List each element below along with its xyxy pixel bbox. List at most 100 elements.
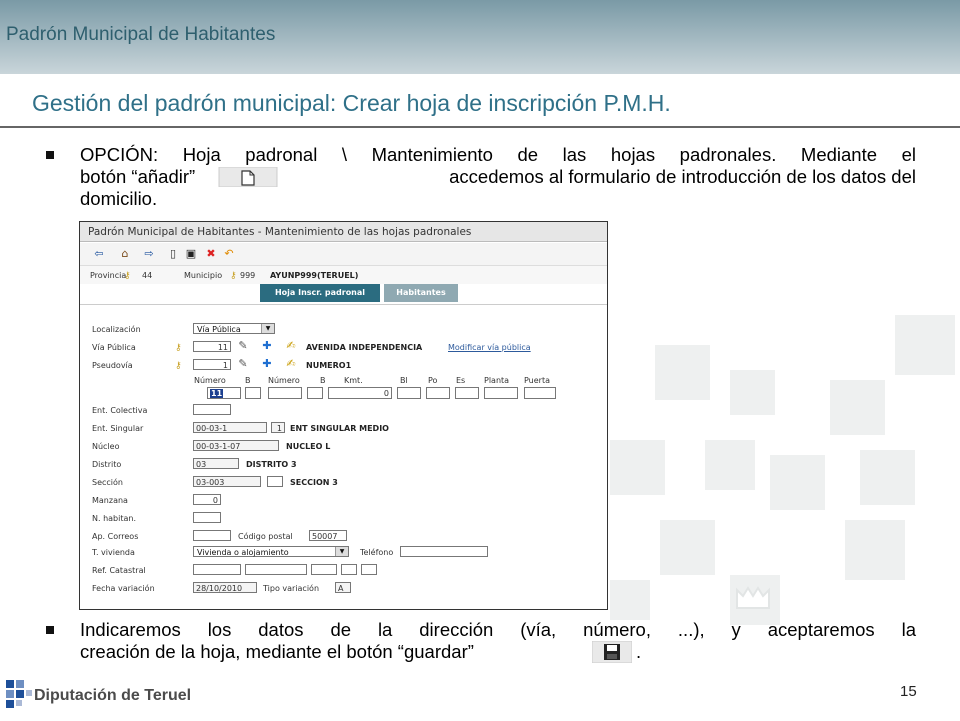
save-icon[interactable]: ▣	[184, 247, 198, 261]
telefono-field[interactable]	[400, 546, 488, 557]
es-field[interactable]	[455, 387, 479, 399]
decorative-square	[845, 520, 905, 580]
ent-singular-name: ENT SINGULAR MEDIO	[290, 424, 389, 433]
bl-header: Bl	[400, 376, 408, 385]
window-title: Padrón Municipal de Habitantes - Manteni…	[80, 222, 607, 242]
tab-hoja-inscripcion[interactable]: Hoja Inscr. padronal	[260, 284, 380, 302]
t-vivienda-select[interactable]: Vivienda o alojamiento	[193, 546, 349, 557]
provincia-label: Provincia	[90, 271, 127, 280]
decorative-square	[770, 455, 825, 510]
nucleo-label: Núcleo	[92, 442, 120, 451]
numero-field[interactable]: 11	[207, 387, 241, 399]
bullet-2-line-2b: .	[636, 641, 642, 662]
logo-text: Diputación de Teruel	[34, 687, 192, 704]
telefono-label: Teléfono	[360, 548, 394, 557]
seccion-code[interactable]: 03-003	[193, 476, 261, 487]
pseudovia-name: NUMERO1	[306, 361, 352, 370]
n-habitan-field[interactable]	[193, 512, 221, 523]
numero-header: Número	[194, 376, 226, 385]
numero2-field[interactable]	[268, 387, 302, 399]
pseudovia-field[interactable]: 1	[193, 359, 231, 370]
ref-catastral-field-2[interactable]	[245, 564, 307, 575]
decorative-square	[830, 380, 885, 435]
title-divider	[0, 126, 960, 128]
undo-icon[interactable]: ↶	[222, 247, 236, 261]
po-field[interactable]	[426, 387, 450, 399]
arrow-right-icon[interactable]: ⇨	[142, 247, 156, 261]
planta-field[interactable]	[484, 387, 518, 399]
search-pencil-icon[interactable]: ✎	[236, 357, 250, 371]
edit-icon[interactable]: ✍	[284, 339, 298, 353]
ent-singular-num[interactable]: 1	[271, 422, 285, 433]
kmt-header: Kmt.	[344, 376, 363, 385]
seccion-label: Sección	[92, 478, 123, 487]
location-bar: Provincia ⚷ 44 Municipio ⚷ 999 AYUNP999(…	[80, 265, 607, 284]
distrito-label: Distrito	[92, 460, 122, 469]
add-icon[interactable]: ✚	[260, 357, 274, 371]
fecha-variacion-field[interactable]: 28/10/2010	[193, 582, 257, 593]
tipo-variacion-field[interactable]: A	[335, 582, 351, 593]
puerta-field[interactable]	[524, 387, 556, 399]
decorative-square	[610, 580, 650, 620]
decorative-square	[705, 440, 755, 490]
manzana-label: Manzana	[92, 496, 128, 505]
app-screenshot: Padrón Municipal de Habitantes - Manteni…	[79, 221, 608, 610]
es-header: Es	[456, 376, 466, 385]
ent-singular-code[interactable]: 00-03-1	[193, 422, 267, 433]
header-band: Padrón Municipal de Habitantes	[0, 0, 960, 74]
edit-icon[interactable]: ✍	[284, 357, 298, 371]
municipio-value: 999	[240, 271, 256, 280]
bullet-text-1: OPCIÓN: Hoja padronal \ Mantenimiento de…	[80, 144, 916, 210]
bullet-marker	[46, 151, 54, 159]
via-publica-field[interactable]: 11	[193, 341, 231, 352]
ref-catastral-field-5[interactable]	[361, 564, 377, 575]
localizacion-label: Localización	[92, 325, 141, 334]
bullet-1-line-3: domicilio.	[80, 188, 158, 209]
bl-field[interactable]	[397, 387, 421, 399]
seccion-extra[interactable]	[267, 476, 283, 487]
key-icon: ⚷	[175, 361, 182, 371]
home-icon[interactable]: ⌂	[118, 247, 132, 261]
slide-title: Gestión del padrón municipal: Crear hoja…	[32, 90, 671, 116]
ref-catastral-field-4[interactable]	[341, 564, 357, 575]
bullet-marker	[46, 626, 54, 634]
nucleo-code[interactable]: 00-03-1-07	[193, 440, 279, 451]
arrow-left-icon[interactable]: ⇦	[92, 247, 106, 261]
manzana-field[interactable]: 0	[193, 494, 221, 505]
b-field[interactable]	[245, 387, 261, 399]
ref-catastral-field-3[interactable]	[311, 564, 337, 575]
kmt-field[interactable]: 0	[328, 387, 392, 399]
add-document-icon	[218, 166, 278, 188]
b2-field[interactable]	[307, 387, 323, 399]
add-icon[interactable]: ✚	[260, 339, 274, 353]
numero2-header: Número	[268, 376, 300, 385]
po-header: Po	[428, 376, 438, 385]
key-icon: ⚷	[175, 343, 182, 353]
modificar-via-link[interactable]: Modificar vía pública	[448, 343, 531, 352]
codigo-postal-label: Código postal	[238, 532, 293, 541]
ent-colectiva-field[interactable]	[193, 404, 231, 415]
localizacion-select[interactable]: Vía Pública	[193, 323, 275, 334]
search-pencil-icon[interactable]: ✎	[236, 339, 250, 353]
bullet-1-line-2: botón “añadir” accedemos al formulario d…	[80, 166, 916, 188]
bullet-1-line-2b: accedemos al formulario de introducción …	[449, 166, 916, 187]
decorative-square	[860, 450, 915, 505]
codigo-postal-field[interactable]: 50007	[309, 530, 347, 541]
ap-correos-field[interactable]	[193, 530, 231, 541]
decorative-square	[610, 440, 665, 495]
n-habitan-label: N. habitan.	[92, 514, 136, 523]
ent-colectiva-label: Ent. Colectiva	[92, 406, 148, 415]
distrito-name: DISTRITO 3	[246, 460, 297, 469]
tab-habitantes[interactable]: Habitantes	[384, 284, 458, 302]
delete-icon[interactable]: ✖	[204, 247, 218, 261]
puerta-header: Puerta	[524, 376, 551, 385]
planta-header: Planta	[484, 376, 510, 385]
key-icon: ⚷	[124, 271, 131, 281]
ref-catastral-field-1[interactable]	[193, 564, 241, 575]
distrito-code[interactable]: 03	[193, 458, 239, 469]
municipio-label: Municipio	[184, 271, 223, 280]
seccion-name: SECCION 3	[290, 478, 338, 487]
ap-correos-label: Ap. Correos	[92, 532, 139, 541]
new-document-icon[interactable]: ▯	[166, 247, 180, 261]
via-publica-label: Vía Pública	[92, 343, 136, 352]
